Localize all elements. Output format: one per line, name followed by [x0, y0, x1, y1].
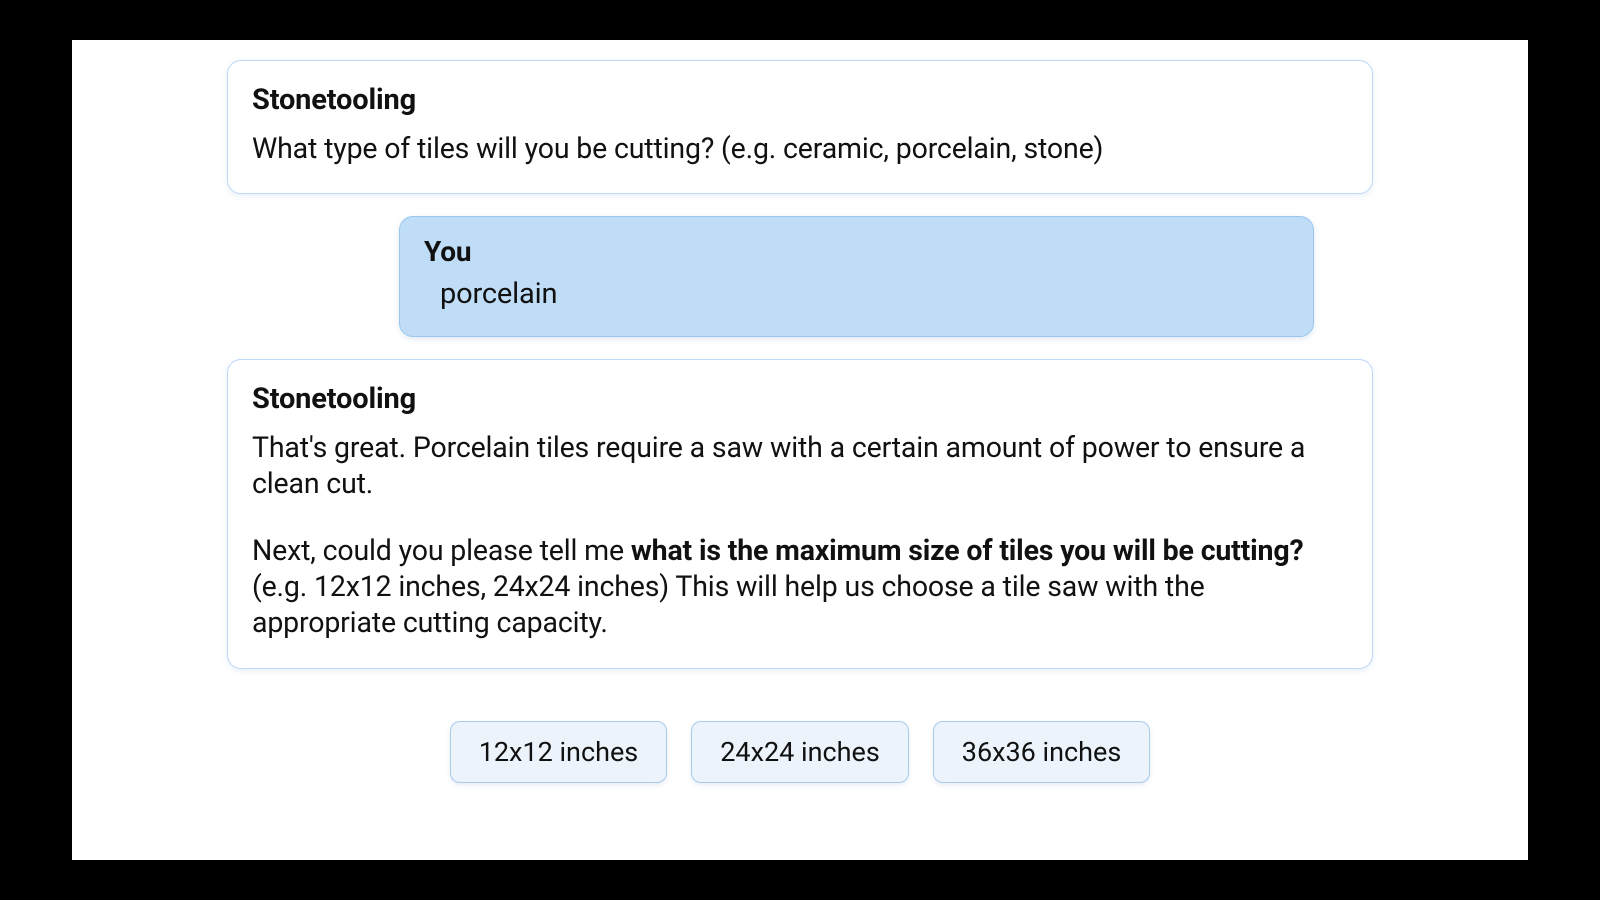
sender-label: Stonetooling	[252, 83, 1348, 117]
quick-reply-row: 12x12 inches 24x24 inches 36x36 inches	[227, 721, 1373, 783]
quick-reply-12x12[interactable]: 12x12 inches	[450, 721, 668, 783]
sender-label: Stonetooling	[252, 382, 1348, 416]
sender-label: You	[424, 235, 1289, 268]
message-body: What type of tiles will you be cutting? …	[252, 131, 1348, 167]
quick-reply-36x36[interactable]: 36x36 inches	[933, 721, 1151, 783]
message-body: That's great. Porcelain tiles require a …	[252, 430, 1348, 642]
user-message: You porcelain	[399, 216, 1314, 336]
quick-reply-24x24[interactable]: 24x24 inches	[691, 721, 909, 783]
message-text: That's great. Porcelain tiles require a …	[252, 430, 1348, 503]
message-body: porcelain	[424, 276, 1289, 313]
message-text: What type of tiles will you be cutting? …	[252, 131, 1348, 167]
message-text: porcelain	[440, 276, 1289, 313]
bot-message: Stonetooling That's great. Porcelain til…	[227, 359, 1373, 669]
emphasis-question: what is the maximum size of tiles you wi…	[631, 534, 1304, 567]
chat-column: Stonetooling What type of tiles will you…	[227, 60, 1373, 783]
bot-message: Stonetooling What type of tiles will you…	[227, 60, 1373, 194]
chat-stage: Stonetooling What type of tiles will you…	[72, 40, 1528, 860]
message-text: Next, could you please tell me what is t…	[252, 533, 1348, 642]
